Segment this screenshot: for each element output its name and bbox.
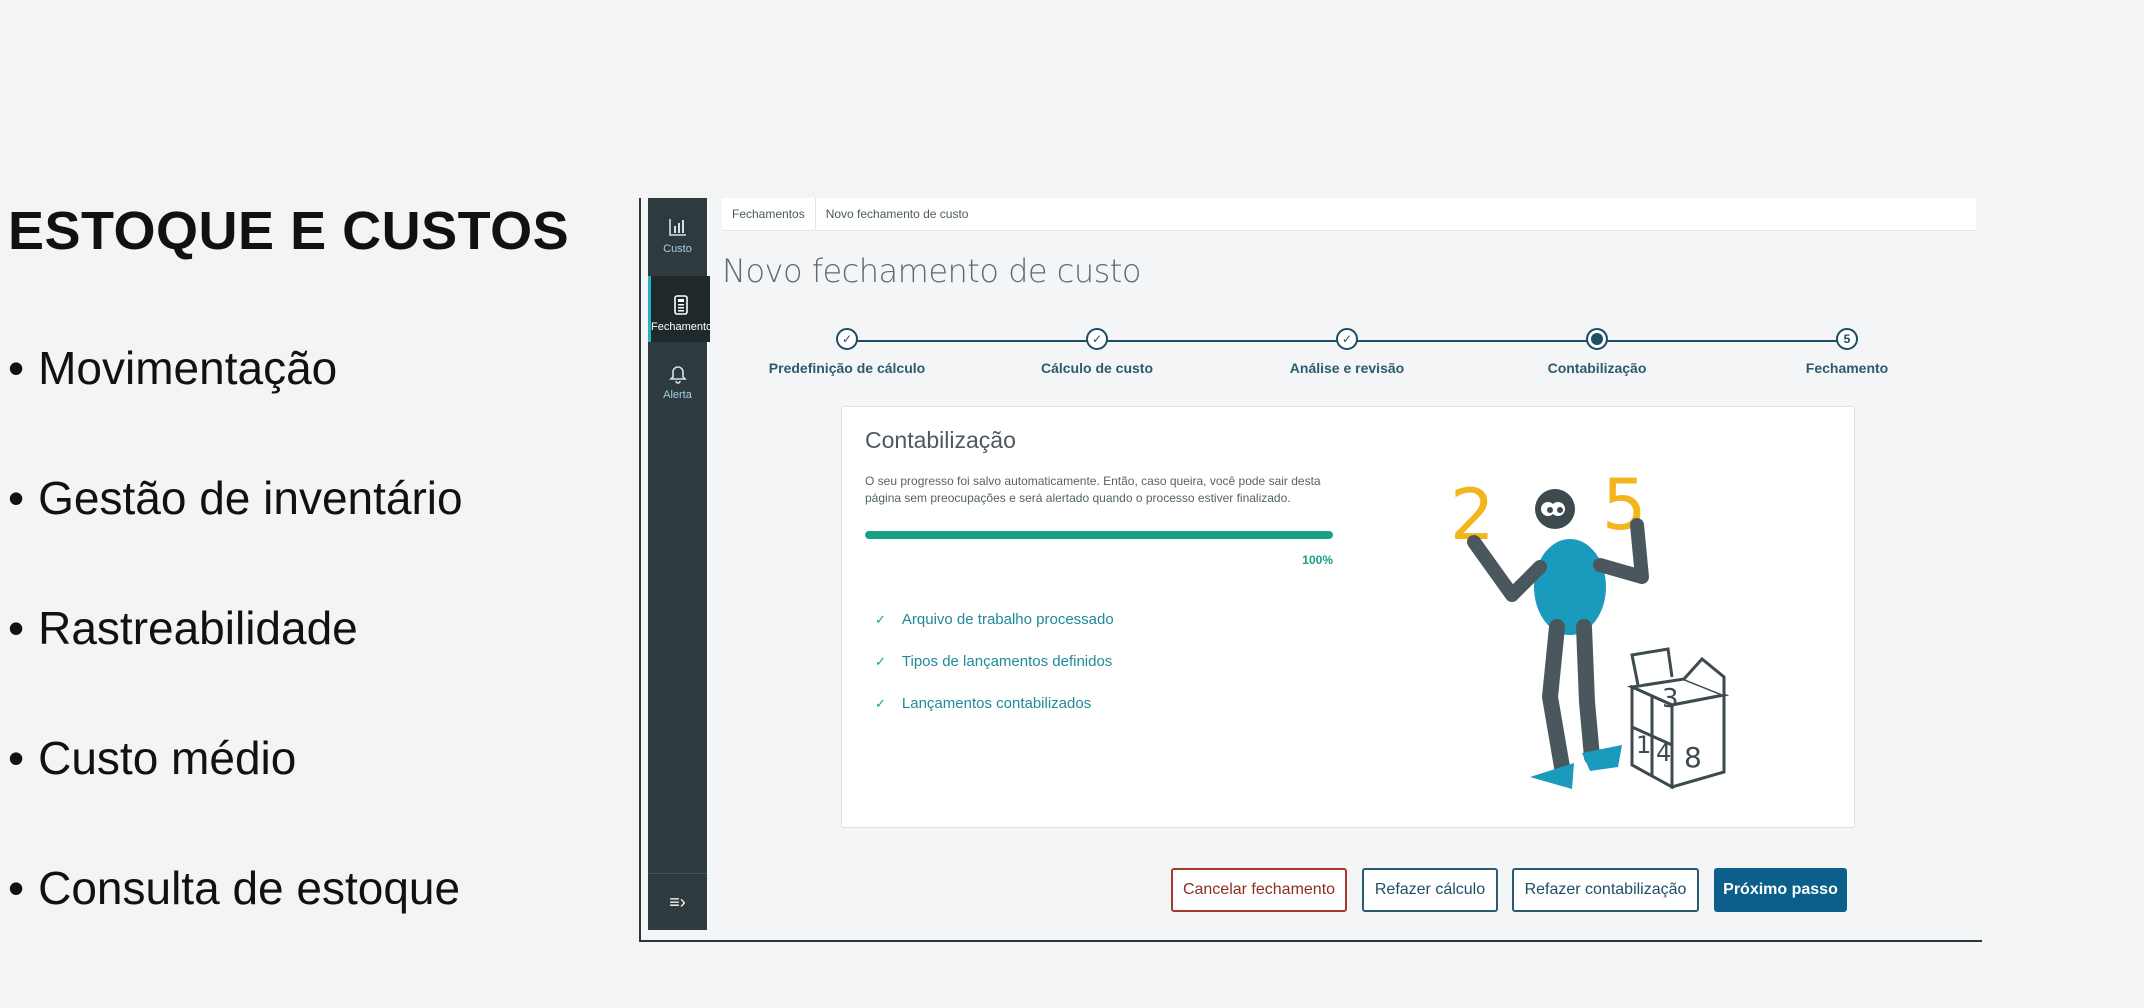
breadcrumb: Fechamentos Novo fechamento de custo	[722, 198, 1976, 231]
check-icon: ✓	[875, 654, 886, 669]
box-number: 8	[1684, 741, 1702, 774]
step-label: Cálculo de custo	[1040, 360, 1154, 376]
box-number: 4	[1656, 739, 1671, 767]
step-fechamento: 5 Fechamento	[1747, 326, 1947, 376]
page-title: Novo fechamento de custo	[722, 252, 1141, 290]
contabilizacao-card: Contabilização O seu progresso foi salvo…	[841, 406, 1855, 828]
step-label: Análise e revisão	[1289, 360, 1405, 376]
next-step-button[interactable]: Próximo passo	[1714, 868, 1847, 912]
slide-title: ESTOQUE E CUSTOS	[8, 201, 570, 261]
check-icon: ✓	[875, 696, 886, 711]
bullet-item: Movimentação	[8, 338, 463, 468]
breadcrumb-current: Novo fechamento de custo	[825, 207, 969, 221]
step-analise: ✓ Análise e revisão	[1247, 326, 1447, 376]
check-icon: ✓	[836, 328, 858, 350]
check-icon: ✓	[1086, 328, 1108, 350]
sidebar: Custo Fechamento Alerta ≡›	[648, 198, 713, 930]
box-number: 3	[1662, 684, 1679, 714]
sidebar-item-label: Alerta	[663, 389, 692, 401]
sidebar-item-label: Custo	[663, 243, 692, 255]
app-window: Custo Fechamento Alerta ≡› Fechamentos No…	[639, 198, 1982, 942]
step-label: Contabilização	[1547, 360, 1647, 376]
accounting-illustration: 2 5 3 1 4 8	[1450, 464, 1730, 790]
calculator-icon	[673, 295, 688, 315]
step-calculo: ✓ Cálculo de custo	[997, 326, 1197, 376]
list-item: ✓ Lançamentos contabilizados	[875, 695, 1114, 737]
redo-calculation-button[interactable]: Refazer cálculo	[1362, 868, 1498, 912]
progress-percent: 100%	[1302, 553, 1333, 567]
sidebar-item-label: Fechamento	[651, 321, 713, 333]
check-label: Lançamentos contabilizados	[901, 695, 1092, 712]
progress-fill	[865, 531, 1333, 539]
check-icon: ✓	[1336, 328, 1358, 350]
box-number: 1	[1636, 731, 1651, 759]
sidebar-item-fechamento[interactable]: Fechamento	[648, 276, 713, 342]
step-predefinicao: ✓ Predefinição de cálculo	[747, 326, 947, 376]
check-label: Arquivo de trabalho processado	[901, 611, 1114, 628]
card-description: O seu progresso foi salvo automaticament…	[865, 474, 1321, 505]
step-label: Fechamento	[1805, 360, 1889, 376]
cancel-closing-button[interactable]: Cancelar fechamento	[1171, 868, 1347, 912]
bullet-item: Rastreabilidade	[8, 598, 463, 728]
bullet-list: Movimentação Gestão de inventário Rastre…	[8, 338, 463, 988]
step-number: 5	[1836, 328, 1858, 350]
list-item: ✓ Tipos de lançamentos definidos	[875, 653, 1114, 695]
check-label: Tipos de lançamentos definidos	[901, 653, 1113, 670]
breadcrumb-link-fechamentos[interactable]: Fechamentos	[722, 198, 816, 230]
collapse-menu-icon[interactable]: ≡›	[648, 873, 707, 930]
step-contabilizacao: Contabilização	[1497, 326, 1697, 376]
progress-bar	[865, 531, 1333, 539]
redo-accounting-button[interactable]: Refazer contabilização	[1512, 868, 1699, 912]
check-icon: ✓	[875, 612, 886, 627]
bullet-item: Custo médio	[8, 728, 463, 858]
current-step-indicator	[1586, 328, 1608, 350]
stepper: ✓ Predefinição de cálculo ✓ Cálculo de c…	[722, 326, 1976, 386]
bar-chart-icon	[668, 219, 686, 236]
bullet-item: Consulta de estoque	[8, 858, 463, 988]
step-label: Predefinição de cálculo	[768, 360, 926, 376]
card-title: Contabilização	[865, 427, 1016, 453]
sidebar-item-custo[interactable]: Custo	[648, 198, 707, 264]
bell-icon	[668, 366, 687, 384]
sidebar-item-alerta[interactable]: Alerta	[648, 344, 707, 410]
list-item: ✓ Arquivo de trabalho processado	[875, 611, 1114, 653]
check-list: ✓ Arquivo de trabalho processado ✓ Tipos d…	[875, 611, 1114, 737]
bullet-item: Gestão de inventário	[8, 468, 463, 598]
